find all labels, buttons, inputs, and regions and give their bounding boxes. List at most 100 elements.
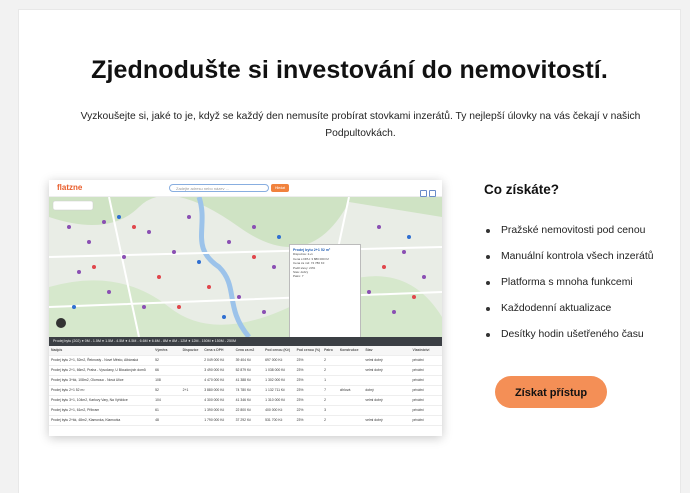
table-cell: privátní bbox=[412, 378, 424, 382]
table-cell: 104 bbox=[155, 398, 161, 402]
table-cell bbox=[338, 356, 364, 365]
table-cell: velmi dobrý bbox=[365, 358, 383, 362]
table-cell: privátní bbox=[412, 418, 424, 422]
table-cell: 108 bbox=[155, 378, 161, 382]
table-cell: 37 292 Kč bbox=[235, 418, 251, 422]
table-cell: 22% bbox=[296, 408, 304, 412]
lead-text: Vyzkoušejte si, jaké to je, když se každ… bbox=[80, 111, 641, 139]
preview-table: Nadpis Výměra Dispozice Cena s DPH Cena za… bbox=[49, 346, 442, 426]
table-cell: 1 132 711 Kč bbox=[265, 388, 285, 392]
table-cell: Prodej bytu 3+1, 104m2, Karlovy Vary, Na… bbox=[51, 398, 128, 402]
benefit-item: Manuální kontrola všech inzerátů bbox=[484, 250, 653, 276]
table-cell: 41 346 Kč bbox=[235, 398, 251, 402]
table-cell bbox=[181, 416, 203, 425]
table-cell bbox=[181, 406, 203, 415]
table-cell: 1 038 000 Kč bbox=[265, 368, 286, 372]
table-row[interactable]: Prodej bytu 2+kk, 48m2, Klamovka, Klamov… bbox=[49, 416, 442, 426]
table-cell bbox=[363, 406, 410, 415]
table-cell: 4 470 000 Kč bbox=[204, 378, 225, 382]
benefits-list: Pražské nemovitosti pod cenou Manuální k… bbox=[484, 224, 653, 354]
table-cell: Prodej bytu 2+1, 61m2, Příbram bbox=[51, 408, 100, 412]
table-cell: privátní bbox=[412, 408, 424, 412]
table-cell: 66 bbox=[155, 368, 159, 372]
table-cell: 52 bbox=[155, 388, 159, 392]
table-cell: 1 790 000 Kč bbox=[204, 418, 225, 422]
table-cell: Prodej bytu 2+kk, 48m2, Klamovka, Klamov… bbox=[51, 418, 121, 422]
table-cell: 1 390 000 Kč bbox=[204, 408, 225, 412]
get-access-button[interactable]: Získat přístup bbox=[495, 376, 607, 408]
table-cell: Prodej bytu 2+1 52 m² bbox=[51, 388, 85, 392]
benefit-item: Platforma s mnoha funkcemi bbox=[484, 276, 653, 302]
table-cell bbox=[338, 406, 364, 415]
app-preview-screenshot: flatzne Zadejte adresu nebo název ... Hl… bbox=[49, 180, 442, 436]
benefits-title: Co získáte? bbox=[484, 182, 560, 197]
table-cell bbox=[181, 396, 203, 405]
table-cell: Prodej bytu 2+1, 52m2, Řeknosty - Nové M… bbox=[51, 358, 138, 362]
table-row[interactable]: Prodej bytu 2+1 52 m² 52 2+1 3 880 000 Kč 74… bbox=[49, 386, 442, 396]
table-cell bbox=[338, 396, 364, 405]
table-row[interactable]: Prodej bytu 2+1, 61m2, Příbram 61 1 390 00… bbox=[49, 406, 442, 416]
map-graphic bbox=[49, 197, 442, 337]
table-cell: 23% bbox=[296, 418, 304, 422]
preview-header: flatzne Zadejte adresu nebo název ... Hl… bbox=[49, 180, 442, 197]
table-cell: 1 310 000 Kč bbox=[265, 398, 286, 402]
table-cell: 4 300 000 Kč bbox=[204, 398, 225, 402]
table-cell: privátní bbox=[412, 358, 424, 362]
table-row[interactable]: Prodej bytu 3+1, 104m2, Karlovy Vary, Na… bbox=[49, 396, 442, 406]
table-cell: 23% bbox=[296, 358, 304, 362]
table-cell: 2 bbox=[324, 398, 326, 402]
table-cell bbox=[181, 356, 203, 365]
table-cell: 23% bbox=[296, 368, 304, 372]
table-cell: 74 780 Kč bbox=[235, 388, 251, 392]
table-cell: 48 bbox=[155, 418, 159, 422]
table-cell bbox=[363, 376, 410, 385]
table-cell: 7 bbox=[324, 388, 326, 392]
table-cell: 3 490 000 Kč bbox=[204, 368, 225, 372]
table-cell: velmi dobrý bbox=[365, 418, 383, 422]
preview-search-button: Hledat bbox=[271, 184, 289, 192]
table-cell bbox=[338, 376, 364, 385]
table-cell: 2 bbox=[324, 368, 326, 372]
table-cell: 41 388 Kč bbox=[235, 378, 251, 382]
table-cell: privátní bbox=[412, 398, 424, 402]
table-row[interactable]: Prodej bytu 3+kk, 108m2, Olomouc - Nová … bbox=[49, 376, 442, 386]
table-cell: privátní bbox=[412, 388, 424, 392]
benefit-item: Desítky hodin ušetřeného času bbox=[484, 328, 653, 354]
table-cell: 23% bbox=[296, 388, 304, 392]
table-cell: 61 bbox=[155, 408, 159, 412]
promo-card: Zjednodušte si investování do nemovitost… bbox=[19, 10, 680, 493]
table-cell: 22 800 Kč bbox=[235, 408, 251, 412]
table-cell: 39 404 Kč bbox=[235, 358, 251, 362]
table-cell: 2+1 bbox=[182, 388, 189, 392]
table-cell: 52 879 Kč bbox=[235, 368, 251, 372]
table-cell: 2 bbox=[324, 358, 326, 362]
table-cell bbox=[338, 416, 364, 425]
table-cell: 3 880 000 Kč bbox=[204, 388, 225, 392]
preview-popup: Prodej bytu 2+1 52 m² Dispozice: 2+1 Cen… bbox=[289, 244, 361, 344]
table-row[interactable]: Prodej bytu 2+1, 52m2, Řeknosty - Nové M… bbox=[49, 356, 442, 366]
benefit-item: Každodenní aktualizace bbox=[484, 302, 653, 328]
table-cell bbox=[181, 366, 203, 375]
table-cell: 697 000 Kč bbox=[265, 358, 283, 362]
preview-search-input: Zadejte adresu nebo název ... bbox=[169, 184, 269, 192]
table-cell: velmi dobrý bbox=[365, 398, 383, 402]
table-header-row: Nadpis Výměra Dispozice Cena s DPH Cena za… bbox=[49, 346, 442, 356]
table-cell bbox=[338, 366, 364, 375]
table-cell: 23% bbox=[296, 378, 304, 382]
table-cell: 23% bbox=[296, 398, 304, 402]
preview-logo: flatzne bbox=[57, 183, 83, 192]
table-cell: 2 bbox=[324, 418, 326, 422]
table-row[interactable]: Prodej bytu 2+1, 66m2, Praha - Vysočany,… bbox=[49, 366, 442, 376]
table-cell: velmi dobrý bbox=[365, 368, 383, 372]
benefit-item: Pražské nemovitosti pod cenou bbox=[484, 224, 653, 250]
table-cell bbox=[181, 376, 203, 385]
table-cell: Prodej bytu 3+kk, 108m2, Olomouc - Nová … bbox=[51, 378, 124, 382]
logo-accent: ne bbox=[73, 183, 83, 192]
preview-user-icon bbox=[418, 184, 436, 197]
table-cell: 531 700 Kč bbox=[265, 418, 283, 422]
table-cell: 400 000 Kč bbox=[265, 408, 283, 412]
table-cell: cihlová bbox=[339, 388, 351, 392]
table-cell: 2 049 000 Kč bbox=[204, 358, 225, 362]
table-cell: 52 bbox=[155, 358, 159, 362]
page-title: Zjednodušte si investování do nemovitost… bbox=[91, 56, 608, 84]
